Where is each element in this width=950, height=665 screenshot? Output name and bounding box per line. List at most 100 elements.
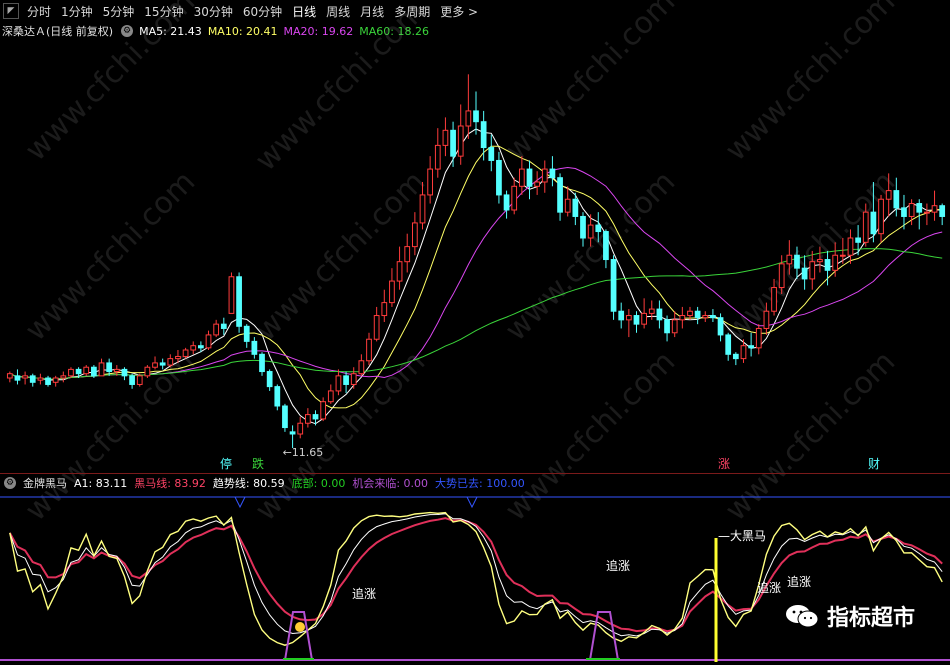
candle-body: [419, 194, 426, 224]
candle[interactable]: [916, 199, 923, 230]
candle[interactable]: [442, 117, 449, 157]
candle[interactable]: [320, 397, 327, 422]
candle[interactable]: [83, 365, 90, 376]
jihui-value: 机会来临: 0.00: [352, 477, 429, 490]
candle[interactable]: [358, 354, 365, 376]
watermark-text: www.cfchi.com: [718, 0, 902, 168]
candle[interactable]: [710, 309, 716, 322]
candle[interactable]: [939, 203, 946, 226]
candle[interactable]: [411, 212, 418, 256]
candle-body: [327, 390, 334, 403]
candle[interactable]: [327, 384, 334, 404]
candle[interactable]: [671, 311, 678, 338]
candle[interactable]: [503, 190, 510, 219]
candle[interactable]: [488, 134, 495, 172]
candle[interactable]: [480, 110, 487, 161]
candle[interactable]: [656, 300, 663, 329]
candle[interactable]: [91, 365, 97, 378]
candle[interactable]: [679, 306, 686, 329]
candle[interactable]: [68, 367, 74, 378]
candle[interactable]: [473, 91, 479, 135]
candle[interactable]: [633, 311, 640, 333]
candle[interactable]: [335, 369, 342, 396]
candle[interactable]: [702, 311, 709, 322]
candle[interactable]: [213, 319, 220, 338]
candle[interactable]: [14, 369, 21, 385]
candle[interactable]: [228, 272, 235, 314]
candle[interactable]: [396, 246, 403, 290]
candle[interactable]: [144, 365, 151, 378]
candle[interactable]: [610, 255, 617, 320]
candle-body: [763, 310, 770, 329]
candle[interactable]: [251, 337, 258, 359]
candle[interactable]: [266, 369, 273, 391]
candle-body: [687, 310, 693, 317]
candle[interactable]: [259, 352, 265, 376]
candle[interactable]: [549, 156, 556, 187]
candle[interactable]: [381, 289, 388, 322]
candle-body: [771, 287, 777, 312]
candle[interactable]: [427, 156, 434, 204]
candle[interactable]: [931, 190, 938, 221]
candle[interactable]: [121, 367, 128, 381]
candle[interactable]: [641, 298, 647, 329]
candle[interactable]: [52, 375, 59, 387]
candle[interactable]: [243, 324, 250, 348]
candle[interactable]: [450, 121, 456, 167]
candle[interactable]: [557, 173, 563, 221]
candle[interactable]: [60, 371, 67, 383]
candle[interactable]: [289, 425, 296, 448]
candle[interactable]: [297, 416, 304, 439]
candle[interactable]: [878, 194, 884, 243]
candle[interactable]: [129, 373, 135, 389]
candle[interactable]: [625, 309, 632, 338]
candle[interactable]: [924, 203, 930, 226]
candle[interactable]: [725, 332, 732, 361]
candle[interactable]: [373, 306, 380, 342]
candle[interactable]: [404, 233, 411, 273]
candle-body: [480, 121, 487, 149]
candle[interactable]: [274, 384, 281, 411]
candle-body: [526, 168, 533, 187]
indicator-name[interactable]: 金牌黑马: [23, 475, 67, 491]
candle[interactable]: [236, 272, 242, 333]
candle[interactable]: [6, 371, 13, 383]
candle[interactable]: [29, 373, 36, 387]
candle[interactable]: [457, 104, 464, 165]
candle[interactable]: [22, 371, 28, 385]
candle[interactable]: [190, 341, 197, 355]
candle[interactable]: [45, 375, 51, 387]
candle-body: [694, 310, 701, 319]
candle[interactable]: [511, 177, 518, 215]
kline-chart[interactable]: www.cfchi.com www.cfchi.com www.cfchi.com w…: [0, 0, 950, 665]
candle[interactable]: [350, 367, 357, 389]
candle[interactable]: [366, 332, 372, 366]
candle[interactable]: [37, 373, 44, 385]
candle[interactable]: [564, 186, 571, 217]
candle[interactable]: [664, 315, 670, 342]
heima-value: 黑马线: 83.92: [134, 477, 206, 490]
candle[interactable]: [434, 128, 441, 178]
candle[interactable]: [732, 352, 739, 366]
candle[interactable]: [98, 358, 105, 377]
candle[interactable]: [465, 74, 472, 139]
candle-body: [748, 345, 754, 349]
candle[interactable]: [541, 160, 548, 193]
candle[interactable]: [152, 356, 158, 370]
candle[interactable]: [496, 151, 502, 204]
candle[interactable]: [534, 171, 541, 195]
candle[interactable]: [205, 330, 212, 350]
candle[interactable]: [389, 268, 395, 307]
indicator-settings-icon[interactable]: ⚙: [4, 477, 16, 489]
candle[interactable]: [755, 324, 762, 355]
candle[interactable]: [694, 306, 701, 325]
candle[interactable]: [717, 313, 724, 342]
candle[interactable]: [618, 302, 625, 329]
candle[interactable]: [282, 403, 288, 432]
candle[interactable]: [343, 371, 349, 394]
candle[interactable]: [526, 160, 533, 200]
candle[interactable]: [305, 408, 311, 428]
candle[interactable]: [136, 373, 143, 387]
candle-body: [106, 362, 113, 373]
candle-body: [434, 144, 441, 170]
